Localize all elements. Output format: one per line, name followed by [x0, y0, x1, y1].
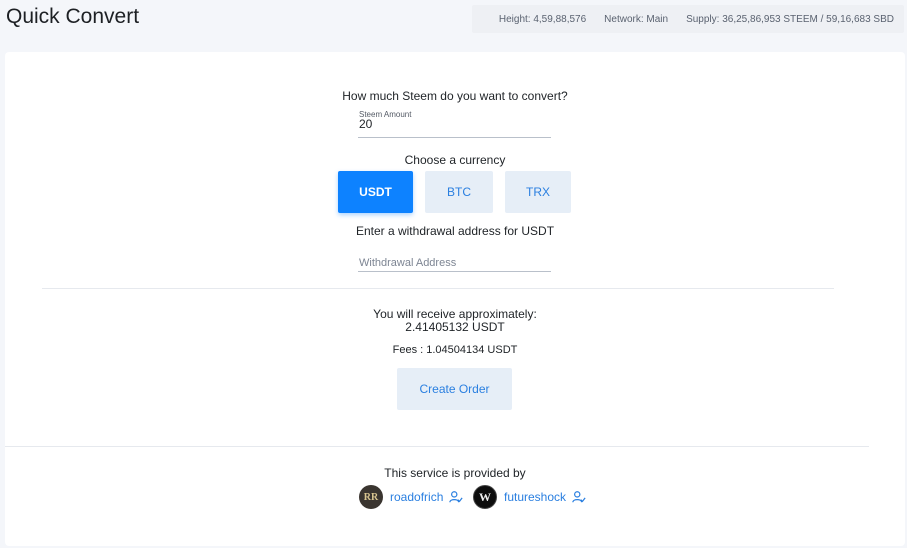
footer-divider: [5, 446, 869, 447]
network-stat: Network: Main: [604, 13, 669, 25]
provider-futureshock[interactable]: W futureshock: [473, 485, 586, 509]
receive-amount: 2.41405132 USDT: [405, 320, 505, 334]
choose-currency-label: Choose a currency: [404, 153, 506, 167]
steem-amount-field[interactable]: Steem Amount: [358, 110, 551, 138]
provided-by-label: This service is provided by: [384, 466, 526, 480]
create-order-button[interactable]: Create Order: [397, 368, 512, 410]
provider-link-futureshock[interactable]: futureshock: [504, 490, 566, 504]
currency-usdt-button[interactable]: USDT: [338, 171, 413, 213]
block-height-stat: Height: 4,59,88,576: [498, 13, 587, 25]
currency-btc-button[interactable]: BTC: [425, 171, 493, 213]
section-divider: [42, 288, 834, 289]
provider-roadofrich[interactable]: RR roadofrich: [359, 485, 463, 509]
amount-question: How much Steem do you want to convert?: [342, 89, 568, 103]
steem-amount-input[interactable]: [359, 116, 544, 132]
avatar: W: [473, 485, 497, 509]
provider-link-roadofrich[interactable]: roadofrich: [390, 490, 443, 504]
currency-trx-button[interactable]: TRX: [505, 171, 571, 213]
withdraw-address-input[interactable]: [358, 254, 551, 272]
avatar: RR: [359, 485, 383, 509]
user-verified-icon: [572, 491, 586, 503]
withdraw-address-label: Enter a withdrawal address for USDT: [355, 224, 555, 238]
withdraw-address-field[interactable]: [358, 253, 551, 272]
convert-card: How much Steem do you want to convert? S…: [5, 52, 905, 546]
receive-label: You will receive approximately:: [373, 307, 537, 321]
page-title: Quick Convert: [6, 5, 140, 28]
chain-stats-bar: Height: 4,59,88,576 Network: Main Supply…: [472, 5, 904, 33]
user-verified-icon: [449, 491, 463, 503]
supply-stat: Supply: 36,25,86,953 STEEM / 59,16,683 S…: [686, 13, 894, 25]
fees-amount: Fees : 1.04504134 USDT: [392, 344, 518, 356]
